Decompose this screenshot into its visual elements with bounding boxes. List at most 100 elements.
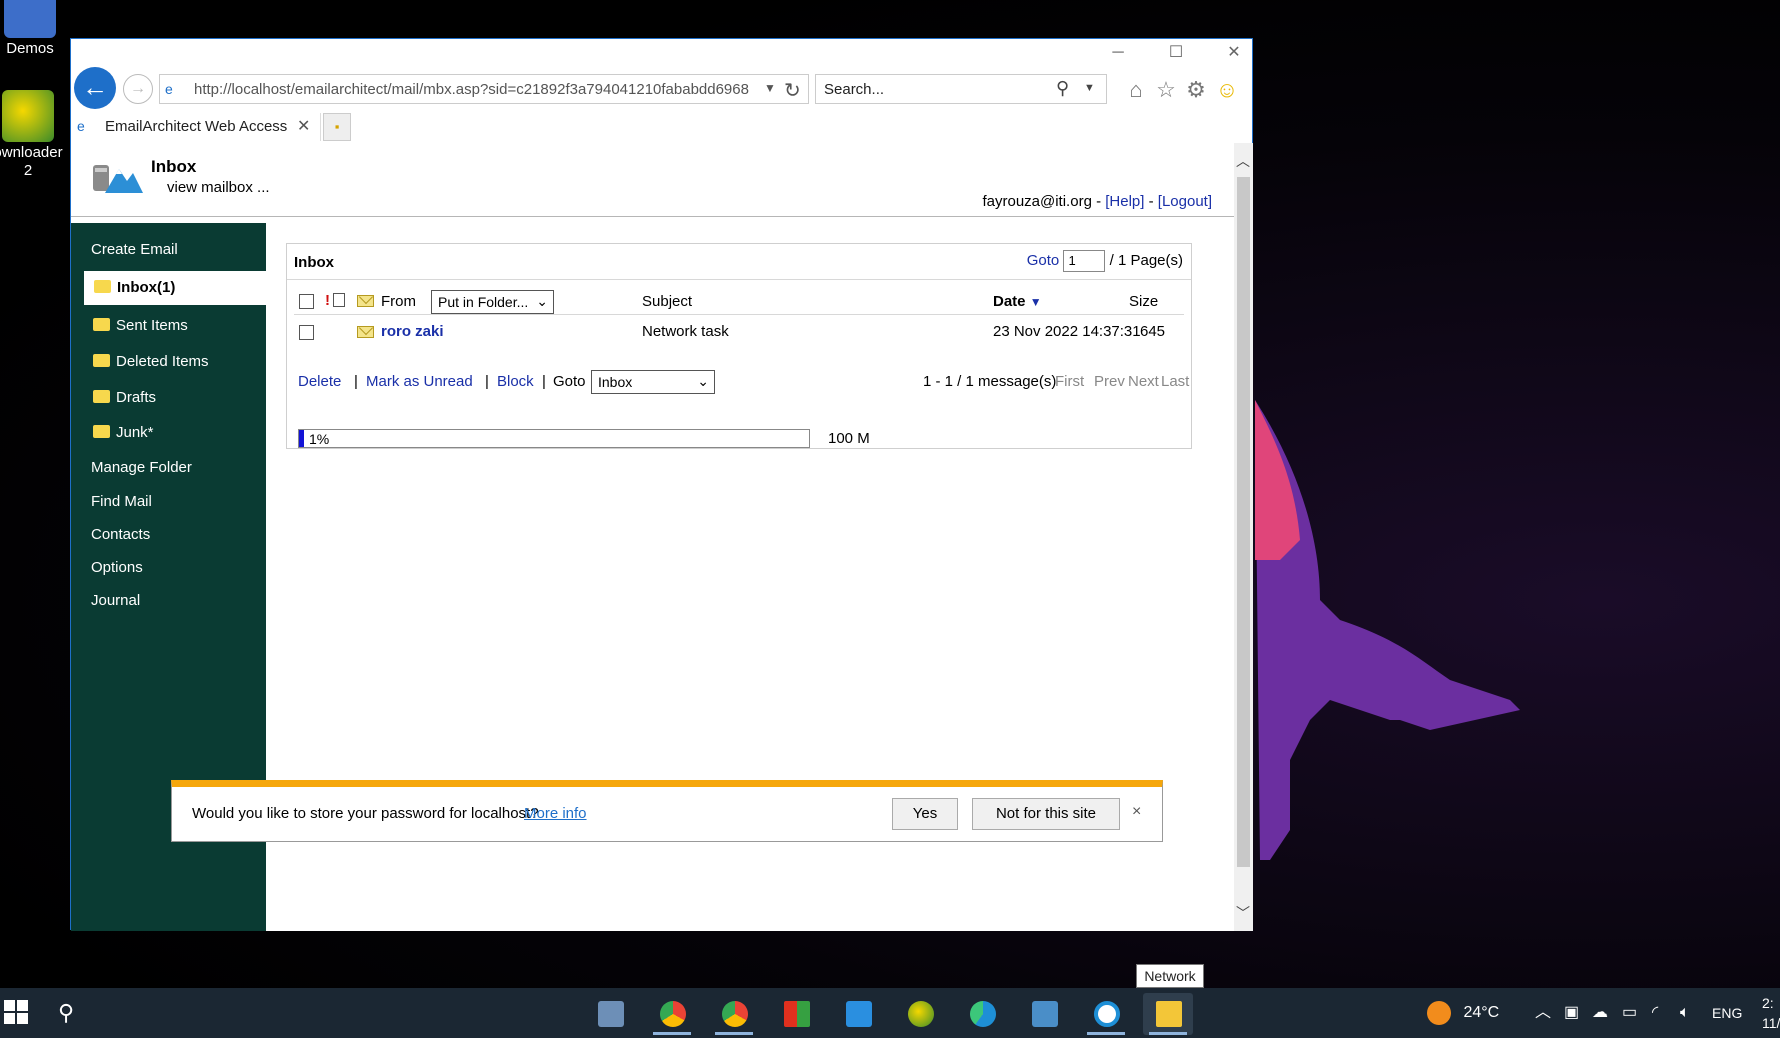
refresh-icon[interactable]: ↻ — [784, 78, 801, 103]
weather-widget[interactable]: 24°C — [1427, 988, 1499, 1038]
column-date[interactable]: Date ▼ — [993, 293, 1042, 310]
goto-page-input[interactable]: 1 — [1063, 250, 1106, 272]
windows-start-icon[interactable] — [4, 1000, 28, 1024]
chevron-up-icon[interactable]: ︿ — [1535, 988, 1551, 1038]
column-subject[interactable]: Subject — [642, 293, 692, 310]
mark-unread-link[interactable]: Mark as Unread — [366, 373, 473, 390]
gear-icon[interactable]: ⚙ — [1183, 77, 1209, 103]
chrome-icon — [660, 1001, 686, 1027]
scroll-up-icon[interactable]: ︿ — [1236, 151, 1250, 171]
goto-folder-select[interactable]: Inbox ⌄ — [591, 370, 715, 394]
quota-fill — [299, 430, 305, 447]
search-icon[interactable]: ⚲ — [1056, 78, 1069, 99]
taskbar-app-edge[interactable] — [957, 993, 1007, 1035]
goto-link[interactable]: Goto — [1027, 252, 1060, 269]
smiley-feedback-icon[interactable]: ☺ — [1214, 77, 1240, 103]
back-button[interactable]: ← — [74, 67, 116, 109]
taskbar-app-office[interactable] — [771, 993, 821, 1035]
meet-icon[interactable]: ▣ — [1564, 988, 1579, 1038]
search-icon[interactable]: ⚲ — [58, 1000, 74, 1026]
taskbar-app-pc[interactable] — [585, 993, 635, 1035]
search-input[interactable]: Search... ⚲ ▼ — [815, 74, 1107, 104]
message-subject[interactable]: Network task — [642, 323, 729, 340]
help-link[interactable]: [Help] — [1105, 193, 1144, 210]
folder-icon — [1156, 1001, 1182, 1027]
sidebar-item-junk[interactable]: Junk* — [93, 424, 154, 441]
put-in-folder-select[interactable]: Put in Folder... ⌄ — [431, 290, 554, 314]
pager-last[interactable]: Last — [1161, 373, 1189, 390]
delete-link[interactable]: Delete — [298, 373, 341, 390]
taskbar-app-chrome[interactable] — [647, 993, 697, 1035]
clock[interactable]: 2: 11/ — [1762, 993, 1780, 1038]
not-for-this-site-button[interactable]: Not for this site — [972, 798, 1120, 830]
minimize-button[interactable]: ─ — [1103, 43, 1133, 63]
close-window-button[interactable]: ✕ — [1219, 43, 1249, 63]
block-link[interactable]: Block — [497, 373, 534, 390]
close-tab-icon[interactable]: ✕ — [297, 116, 310, 136]
scroll-thumb[interactable] — [1237, 177, 1250, 867]
downloader-icon — [2, 90, 54, 142]
downloader-desktop-icon[interactable]: ownloader 2 — [0, 90, 64, 180]
chevron-down-icon[interactable]: ▼ — [1084, 82, 1095, 94]
column-size[interactable]: Size — [1129, 293, 1158, 310]
panel-header: Inbox Goto 1 / 1 Page(s) — [287, 244, 1191, 280]
new-tab-button[interactable]: ▪ — [323, 113, 351, 141]
sidebar-item-inbox[interactable]: Inbox(1) — [84, 271, 266, 305]
favorites-star-icon[interactable]: ☆ — [1153, 77, 1179, 103]
select-all-checkbox[interactable] — [299, 294, 314, 309]
battery-icon[interactable]: ▭ — [1622, 988, 1637, 1038]
taskbar-app-downloader[interactable] — [895, 993, 945, 1035]
sort-desc-icon: ▼ — [1029, 295, 1042, 309]
folder-icon — [93, 425, 110, 438]
sidebar-item-find-mail[interactable]: Find Mail — [91, 493, 152, 510]
close-prompt-icon[interactable]: × — [1132, 803, 1141, 821]
message-checkbox[interactable] — [299, 325, 314, 340]
chevron-down-icon[interactable]: ▼ — [764, 81, 776, 95]
sidebar-item-create-email[interactable]: Create Email — [91, 241, 178, 258]
clock-time: 2: — [1762, 995, 1774, 1011]
taskbar-app-fonts[interactable] — [1019, 993, 1069, 1035]
taskbar-app-explorer[interactable] — [1143, 993, 1193, 1035]
sidebar-item-journal[interactable]: Journal — [91, 592, 140, 609]
tab-emailarchitect[interactable]: e EmailArchitect Web Access ✕ — [71, 113, 321, 141]
message-from[interactable]: roro zaki — [381, 323, 444, 340]
sidebar-item-label: Inbox(1) — [117, 279, 176, 296]
sidebar-item-label: Junk* — [116, 424, 154, 441]
sidebar-item-manage-folder[interactable]: Manage Folder — [91, 459, 192, 476]
maximize-button[interactable]: ☐ — [1161, 43, 1191, 63]
wifi-icon[interactable]: ◜ — [1652, 988, 1658, 1038]
pager-next[interactable]: Next — [1128, 373, 1159, 390]
column-from[interactable]: From — [381, 293, 416, 310]
pager-first[interactable]: First — [1055, 373, 1084, 390]
sidebar-item-options[interactable]: Options — [91, 559, 143, 576]
demos-desktop-icon[interactable]: Demos — [0, 0, 66, 58]
taskbar-app-chrome-profile[interactable] — [709, 993, 759, 1035]
volume-icon[interactable]: 🔈︎ — [1680, 988, 1690, 1038]
prompt-question: Would you like to store your password fo… — [192, 805, 539, 822]
home-icon[interactable]: ⌂ — [1123, 77, 1149, 103]
address-bar[interactable]: e http://localhost/emailarchitect/mail/m… — [159, 74, 809, 104]
sidebar-item-deleted[interactable]: Deleted Items — [93, 353, 209, 370]
cloud-icon[interactable]: ☁ — [1592, 988, 1608, 1038]
yes-button[interactable]: Yes — [892, 798, 958, 830]
folder-icon — [94, 280, 111, 293]
folder-icon — [93, 390, 110, 403]
forward-button[interactable]: → — [123, 74, 153, 104]
sidebar-item-contacts[interactable]: Contacts — [91, 526, 150, 543]
url-text[interactable]: http://localhost/emailarchitect/mail/mbx… — [194, 81, 754, 99]
logout-link[interactable]: [Logout] — [1158, 193, 1212, 210]
language-indicator[interactable]: ENG — [1712, 988, 1742, 1038]
sidebar-item-label: Drafts — [116, 389, 157, 406]
sidebar-item-sent[interactable]: Sent Items — [93, 317, 188, 334]
arrow-left-icon: ← — [82, 72, 108, 102]
scroll-down-icon[interactable]: ﹀ — [1236, 903, 1250, 923]
sidebar-item-drafts[interactable]: Drafts — [93, 389, 156, 406]
vertical-scrollbar[interactable]: ︿ ﹀ — [1234, 143, 1253, 931]
pager-prev[interactable]: Prev — [1094, 373, 1125, 390]
taskbar-app-vscode[interactable] — [833, 993, 883, 1035]
sidebar-item-label: Deleted Items — [116, 353, 209, 370]
taskbar-app-ie[interactable] — [1081, 993, 1131, 1035]
folder-icon — [93, 318, 110, 331]
active-indicator — [653, 1032, 691, 1035]
more-info-link[interactable]: More info — [524, 805, 587, 822]
